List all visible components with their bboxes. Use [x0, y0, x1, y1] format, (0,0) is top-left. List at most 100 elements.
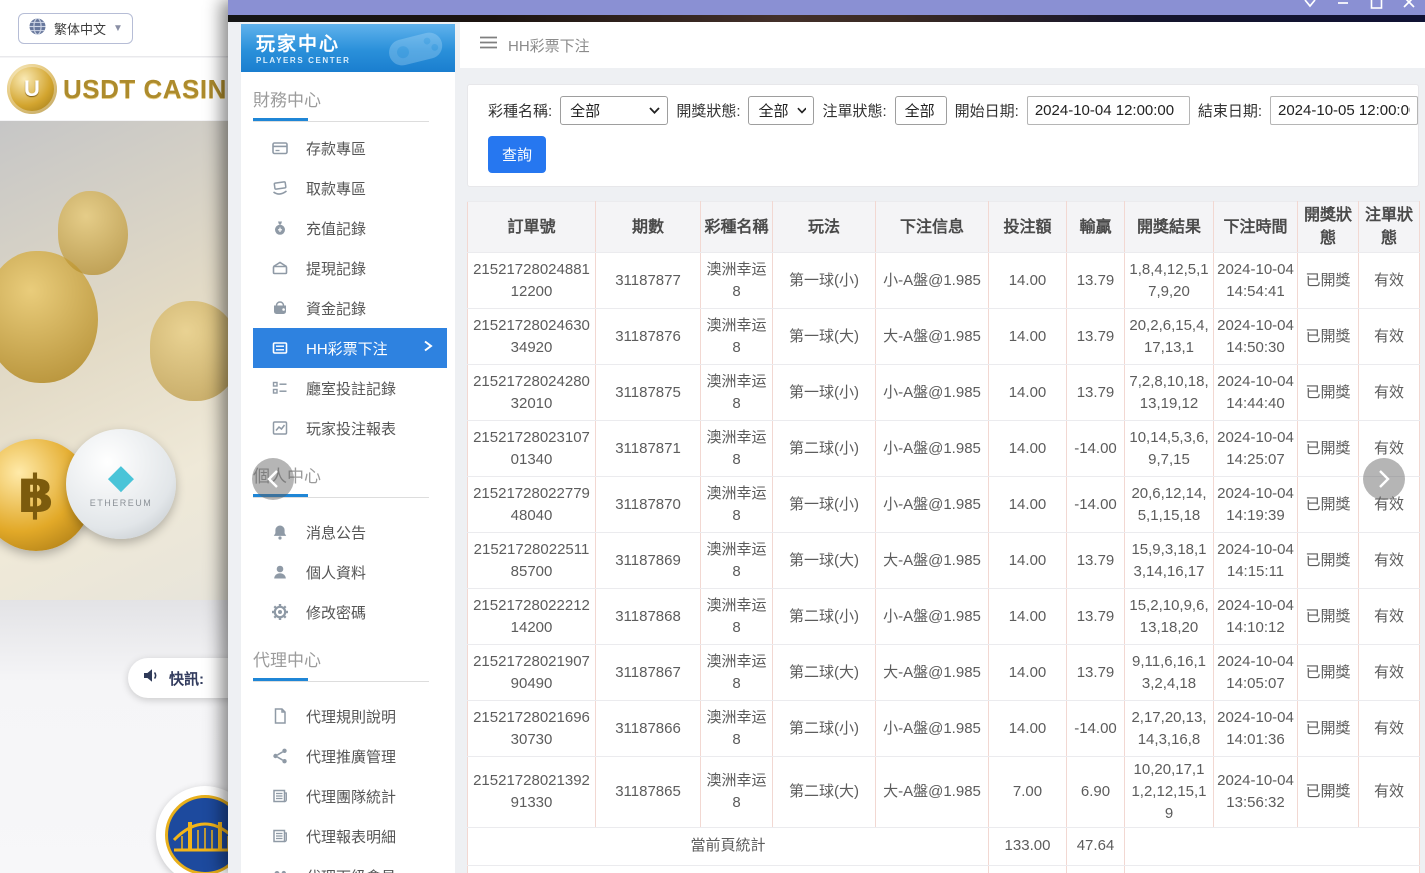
table-row: 2152172802139291330 31187865 澳洲幸运8 第二球(大… [468, 757, 1420, 827]
sidebar-item-deposit[interactable]: 存款專區 [253, 128, 447, 168]
cell-play-type: 第一球(小) [773, 477, 876, 533]
sidebar-item-agent-rules[interactable]: 代理規則說明 [253, 696, 447, 736]
minimize-button[interactable] [1335, 0, 1351, 10]
cell-bet-amount: 14.00 [989, 309, 1067, 365]
search-button[interactable]: 查詢 [488, 136, 546, 173]
cell-order-status: 有效 [1359, 365, 1420, 421]
cell-order-status: 有效 [1359, 645, 1420, 701]
cell-win-loss: 13.79 [1067, 365, 1125, 421]
cell-draw-status: 已開獎 [1298, 309, 1359, 365]
table-row: 2152172802488112200 31187877 澳洲幸运8 第一球(小… [468, 253, 1420, 309]
sidebar-item-profile[interactable]: 個人資料 [253, 552, 447, 592]
person-icon [271, 563, 289, 581]
chevron-right-icon [423, 339, 433, 357]
bell-icon [271, 523, 289, 541]
cell-draw-status: 已開獎 [1298, 477, 1359, 533]
wallet-envelope-icon [271, 259, 289, 277]
cell-lottery-name: 澳洲幸运8 [701, 477, 773, 533]
app-body: 玩家中心 PLAYERS CENTER 財務中心 存款專區 取款專區 [228, 22, 1425, 873]
cell-draw-status: 已開獎 [1298, 365, 1359, 421]
section-divider [253, 678, 429, 682]
cell-bet-amount: 14.00 [989, 701, 1067, 757]
window-accent-strip [228, 15, 1425, 22]
draw-status-select[interactable]: 全部 [748, 96, 814, 125]
cell-period: 31187875 [596, 365, 701, 421]
money-bag-icon [271, 219, 289, 237]
cell-draw-result: 9,11,6,16,13,2,4,18 [1125, 645, 1214, 701]
sidebar-item-agent-report-detail[interactable]: 代理報表明細 [253, 816, 447, 856]
screen: 繁体中文 ▼ U USDT CASINO ฿ ◆ ETHEREUM 快訊: [0, 0, 1425, 873]
language-selector[interactable]: 繁体中文 ▼ [18, 13, 133, 44]
cell-bet-time: 2024-10-04 14:50:30 [1214, 309, 1298, 365]
sidebar-item-player-bet-report[interactable]: 玩家投注報表 [253, 408, 447, 448]
lottery-name-label: 彩種名稱: [488, 100, 552, 121]
chevron-down-icon[interactable] [1302, 0, 1318, 10]
cell-bet-info: 大-A盤@1.985 [876, 533, 989, 589]
cell-bet-info: 小-A盤@1.985 [876, 421, 989, 477]
cell-play-type: 第二球(小) [773, 589, 876, 645]
sidebar-item-withdraw-record[interactable]: 提現記錄 [253, 248, 447, 288]
sidebar-item-agent-promotion[interactable]: 代理推廣管理 [253, 736, 447, 776]
end-date-input[interactable] [1270, 96, 1418, 125]
purse-icon [271, 299, 289, 317]
sidebar-item-recharge-record[interactable]: 充值記錄 [253, 208, 447, 248]
cell-bet-info: 小-A盤@1.985 [876, 589, 989, 645]
cell-period: 31187866 [596, 701, 701, 757]
cell-play-type: 第二球(大) [773, 645, 876, 701]
sidebar-item-room-bet-record[interactable]: 廳室投註記錄 [253, 368, 447, 408]
cell-period: 31187876 [596, 309, 701, 365]
sidebar-item-withdraw[interactable]: 取款專區 [253, 168, 447, 208]
sidebar-item-hh-lottery-bets[interactable]: HH彩票下注 [253, 328, 447, 368]
cell-play-type: 第二球(大) [773, 757, 876, 827]
cell-period: 31187869 [596, 533, 701, 589]
cell-play-type: 第一球(大) [773, 533, 876, 589]
sidebar-item-change-password[interactable]: 修改密碼 [253, 592, 447, 632]
cell-bet-amount: 14.00 [989, 253, 1067, 309]
cell-bet-info: 大-A盤@1.985 [876, 309, 989, 365]
cell-draw-status: 已開獎 [1298, 589, 1359, 645]
column-header: 開獎結果 [1125, 202, 1214, 253]
lottery-name-select[interactable]: 全部 [560, 96, 668, 125]
cell-draw-result: 7,2,8,10,18,13,19,12 [1125, 365, 1214, 421]
brand-coin-logo: U [7, 64, 57, 114]
close-button[interactable] [1401, 0, 1417, 10]
cell-lottery-name: 澳洲幸运8 [701, 701, 773, 757]
background-page: 繁体中文 ▼ U USDT CASINO ฿ ◆ ETHEREUM 快訊: [0, 0, 228, 873]
cell-play-type: 第一球(小) [773, 365, 876, 421]
summary-win-total: 47.64 [1067, 865, 1125, 873]
gear-icon [271, 603, 289, 621]
sidebar-item-agent-team-stats[interactable]: 代理團隊統計 [253, 776, 447, 816]
cell-bet-info: 小-A盤@1.985 [876, 365, 989, 421]
carousel-next-button[interactable] [1363, 458, 1405, 500]
order-status-select[interactable]: 全部 [895, 96, 947, 125]
table-row: 2152172802221214200 31187868 澳洲幸运8 第二球(小… [468, 589, 1420, 645]
personal-nav: 消息公告 個人資料 修改密碼 [241, 512, 455, 632]
carousel-prev-button[interactable] [252, 458, 294, 500]
maximize-button[interactable] [1368, 0, 1384, 10]
sidebar-item-funds-record[interactable]: 資金記錄 [253, 288, 447, 328]
cell-bet-amount: 14.00 [989, 477, 1067, 533]
cell-order-no: 2152172802139291330 [468, 757, 596, 827]
globe-icon [28, 17, 47, 41]
sidebar-item-agent-downline[interactable]: 代理下級會員 [253, 856, 447, 873]
money-bag-graphic [150, 301, 228, 401]
cell-win-loss: 13.79 [1067, 253, 1125, 309]
cell-bet-time: 2024-10-04 14:19:39 [1214, 477, 1298, 533]
column-header: 彩種名稱 [701, 202, 773, 253]
page-summary-row: 當前頁統計 133.00 47.64 [468, 827, 1420, 865]
end-date-label: 結束日期: [1198, 100, 1262, 121]
cell-period: 31187868 [596, 589, 701, 645]
start-date-input[interactable] [1027, 96, 1190, 125]
hamburger-menu-icon[interactable] [480, 36, 497, 54]
cell-order-no: 2152172802310701340 [468, 421, 596, 477]
table-row: 2152172802463034920 31187876 澳洲幸运8 第一球(大… [468, 309, 1420, 365]
sidebar-item-announcements[interactable]: 消息公告 [253, 512, 447, 552]
cell-bet-amount: 14.00 [989, 365, 1067, 421]
start-date-label: 開始日期: [955, 100, 1019, 121]
cell-bet-time: 2024-10-04 14:15:11 [1214, 533, 1298, 589]
cell-play-type: 第一球(小) [773, 253, 876, 309]
table-row: 2152172802190790490 31187867 澳洲幸运8 第二球(大… [468, 645, 1420, 701]
caret-down-icon: ▼ [113, 23, 123, 34]
newspaper-icon [271, 787, 289, 805]
section-finance-label: 財務中心 [253, 86, 455, 111]
